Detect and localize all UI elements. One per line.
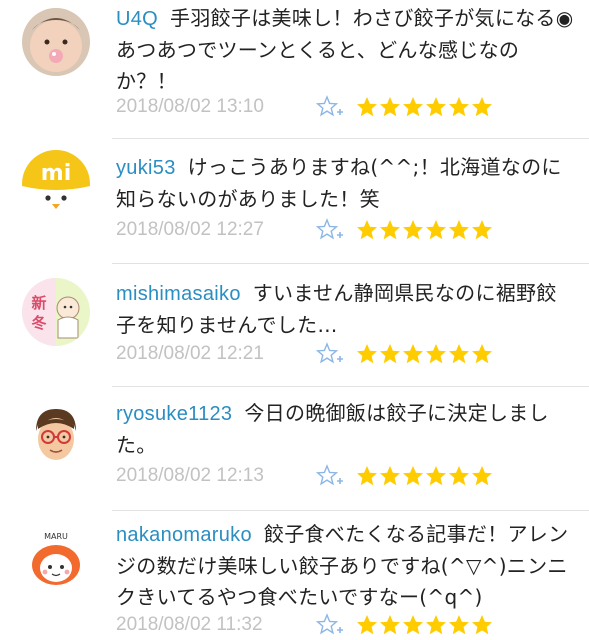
- add-star-icon[interactable]: [316, 613, 344, 637]
- glasses-man-avatar-icon: [22, 401, 90, 469]
- star-icon: [449, 344, 469, 364]
- comment-body: mishimasaiko すいません静岡県民なのに裾野餃子を知りませんでした…: [116, 278, 574, 341]
- star-icon: [472, 220, 492, 240]
- star-icon: [472, 615, 492, 635]
- user-avatar[interactable]: [22, 401, 90, 469]
- user-avatar[interactable]: MARU: [22, 525, 90, 593]
- star-icon: [403, 466, 423, 486]
- username-link[interactable]: nakanomaruko: [116, 524, 252, 546]
- comment-timestamp: 2018/08/02 12:21: [116, 343, 264, 364]
- add-star-icon[interactable]: [316, 218, 344, 242]
- baby-photo-icon: [22, 8, 90, 76]
- star-icon: [426, 220, 446, 240]
- comment-item: U4Q 手羽餃子は美味し！わさび餃子が気になる◉あつあつでツーンとくると、どんな感…: [0, 0, 589, 138]
- star-icon: [449, 615, 469, 635]
- username-link[interactable]: mishimasaiko: [116, 283, 241, 305]
- star-icon: [380, 615, 400, 635]
- add-star-icon[interactable]: [316, 464, 344, 488]
- username-link[interactable]: yuki53: [116, 157, 176, 179]
- star-icon: [403, 344, 423, 364]
- user-avatar[interactable]: [22, 8, 90, 76]
- star-icon: [449, 97, 469, 117]
- star-icon: [449, 466, 469, 486]
- star-icon: [472, 97, 492, 117]
- user-avatar[interactable]: mi: [22, 150, 90, 218]
- star-icon: [380, 344, 400, 364]
- add-star-icon[interactable]: [316, 342, 344, 366]
- comment-meta: 2018/08/02 12:21: [116, 339, 493, 369]
- star-icon: [380, 220, 400, 240]
- svg-text:新: 新: [31, 294, 46, 312]
- comment-meta: 2018/08/02 11:32: [116, 610, 493, 640]
- comment-timestamp: 2018/08/02 13:10: [116, 96, 264, 117]
- star-icon: [403, 97, 423, 117]
- star-icon: [357, 97, 377, 117]
- star-icon: [403, 615, 423, 635]
- star-rating: [356, 465, 493, 487]
- star-icon: [380, 97, 400, 117]
- comment-item: 新 冬 mishimasaiko すいません静岡県民なのに裾野餃子を知りませんでし…: [0, 264, 589, 386]
- svg-text:MARU: MARU: [44, 532, 68, 541]
- username-link[interactable]: U4Q: [116, 8, 158, 30]
- star-icon: [403, 220, 423, 240]
- comment-meta: 2018/08/02 13:10: [116, 92, 493, 122]
- user-avatar[interactable]: 新 冬: [22, 278, 90, 346]
- star-icon: [426, 97, 446, 117]
- svg-text:mi: mi: [41, 161, 71, 186]
- comment-body: U4Q 手羽餃子は美味し！わさび餃子が気になる◉あつあつでツーンとくると、どんな感…: [116, 3, 574, 97]
- comment-body: yuki53 けっこうありますね(^^;！北海道なのに知らないのがありました！笑: [116, 152, 574, 215]
- star-icon: [472, 344, 492, 364]
- svg-text:冬: 冬: [31, 314, 46, 332]
- comment-body: nakanomaruko 餃子食べたくなる記事だ！アレンジの数だけ美味しい餃子あり…: [116, 519, 574, 613]
- add-star-icon[interactable]: [316, 95, 344, 119]
- shinto-baby-illustration-icon: 新 冬: [22, 278, 90, 346]
- comment-list: U4Q 手羽餃子は美味し！わさび餃子が気になる◉あつあつでツーンとくると、どんな感…: [0, 0, 589, 640]
- comment-timestamp: 2018/08/02 12:13: [116, 465, 264, 486]
- comment-timestamp: 2018/08/02 11:32: [116, 614, 263, 635]
- star-rating: [356, 219, 493, 241]
- star-icon: [472, 466, 492, 486]
- star-icon: [426, 344, 446, 364]
- comment-timestamp: 2018/08/02 12:27: [116, 219, 264, 240]
- star-rating: [356, 96, 493, 118]
- comment-meta: 2018/08/02 12:27: [116, 215, 493, 245]
- comment-meta: 2018/08/02 12:13: [116, 461, 493, 491]
- star-icon: [380, 466, 400, 486]
- maru-girl-illustration-icon: MARU: [22, 525, 90, 593]
- star-icon: [357, 220, 377, 240]
- star-icon: [426, 466, 446, 486]
- comment-text: けっこうありますね(^^;！北海道なのに知らないのがありました！笑: [116, 155, 562, 211]
- username-link[interactable]: ryosuke1123: [116, 403, 232, 425]
- star-icon: [357, 615, 377, 635]
- comment-text: 手羽餃子は美味し！わさび餃子が気になる◉あつあつでツーンとくると、どんな感じなの…: [116, 6, 574, 93]
- comment-item: MARU nakanomaruko 餃子食べたくなる記事だ！アレンジの数だけ美味し…: [0, 511, 589, 640]
- star-icon: [426, 615, 446, 635]
- comment-body: ryosuke1123 今日の晩御飯は餃子に決定しました。: [116, 398, 574, 461]
- chick-mi-logo-icon: mi: [22, 150, 90, 218]
- star-icon: [357, 344, 377, 364]
- star-icon: [449, 220, 469, 240]
- comment-item: ryosuke1123 今日の晩御飯は餃子に決定しました。 2018/08/02 …: [0, 387, 589, 510]
- star-rating: [356, 614, 493, 636]
- star-rating: [356, 343, 493, 365]
- comment-item: mi yuki53 けっこうありますね(^^;！北海道なのに知らないのがありました…: [0, 139, 589, 263]
- star-icon: [357, 466, 377, 486]
